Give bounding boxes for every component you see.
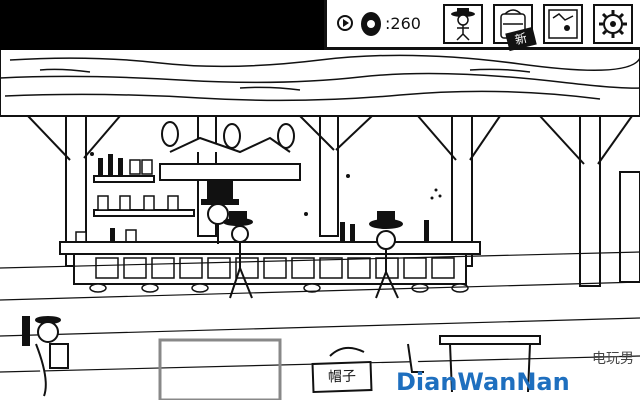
watermark-corner: 电玩男 (592, 351, 634, 367)
map-button[interactable] (543, 4, 583, 44)
gear-icon (599, 10, 627, 38)
watermark-logo: DianWanNan (396, 368, 570, 396)
top-letterbox (0, 0, 324, 50)
cowboy-character-icon (451, 8, 475, 41)
saloon-background (0, 47, 640, 402)
saloon-scene (0, 0, 640, 402)
meat-count: :260 (385, 14, 421, 33)
character-button[interactable] (443, 4, 483, 44)
map-icon (548, 9, 578, 39)
settings-button[interactable] (593, 4, 633, 44)
meat-icon (361, 12, 381, 36)
play-icon[interactable] (337, 15, 353, 31)
hud-bar: :260 (324, 0, 640, 50)
hat-shop-sign[interactable]: 帽子 (311, 360, 373, 394)
